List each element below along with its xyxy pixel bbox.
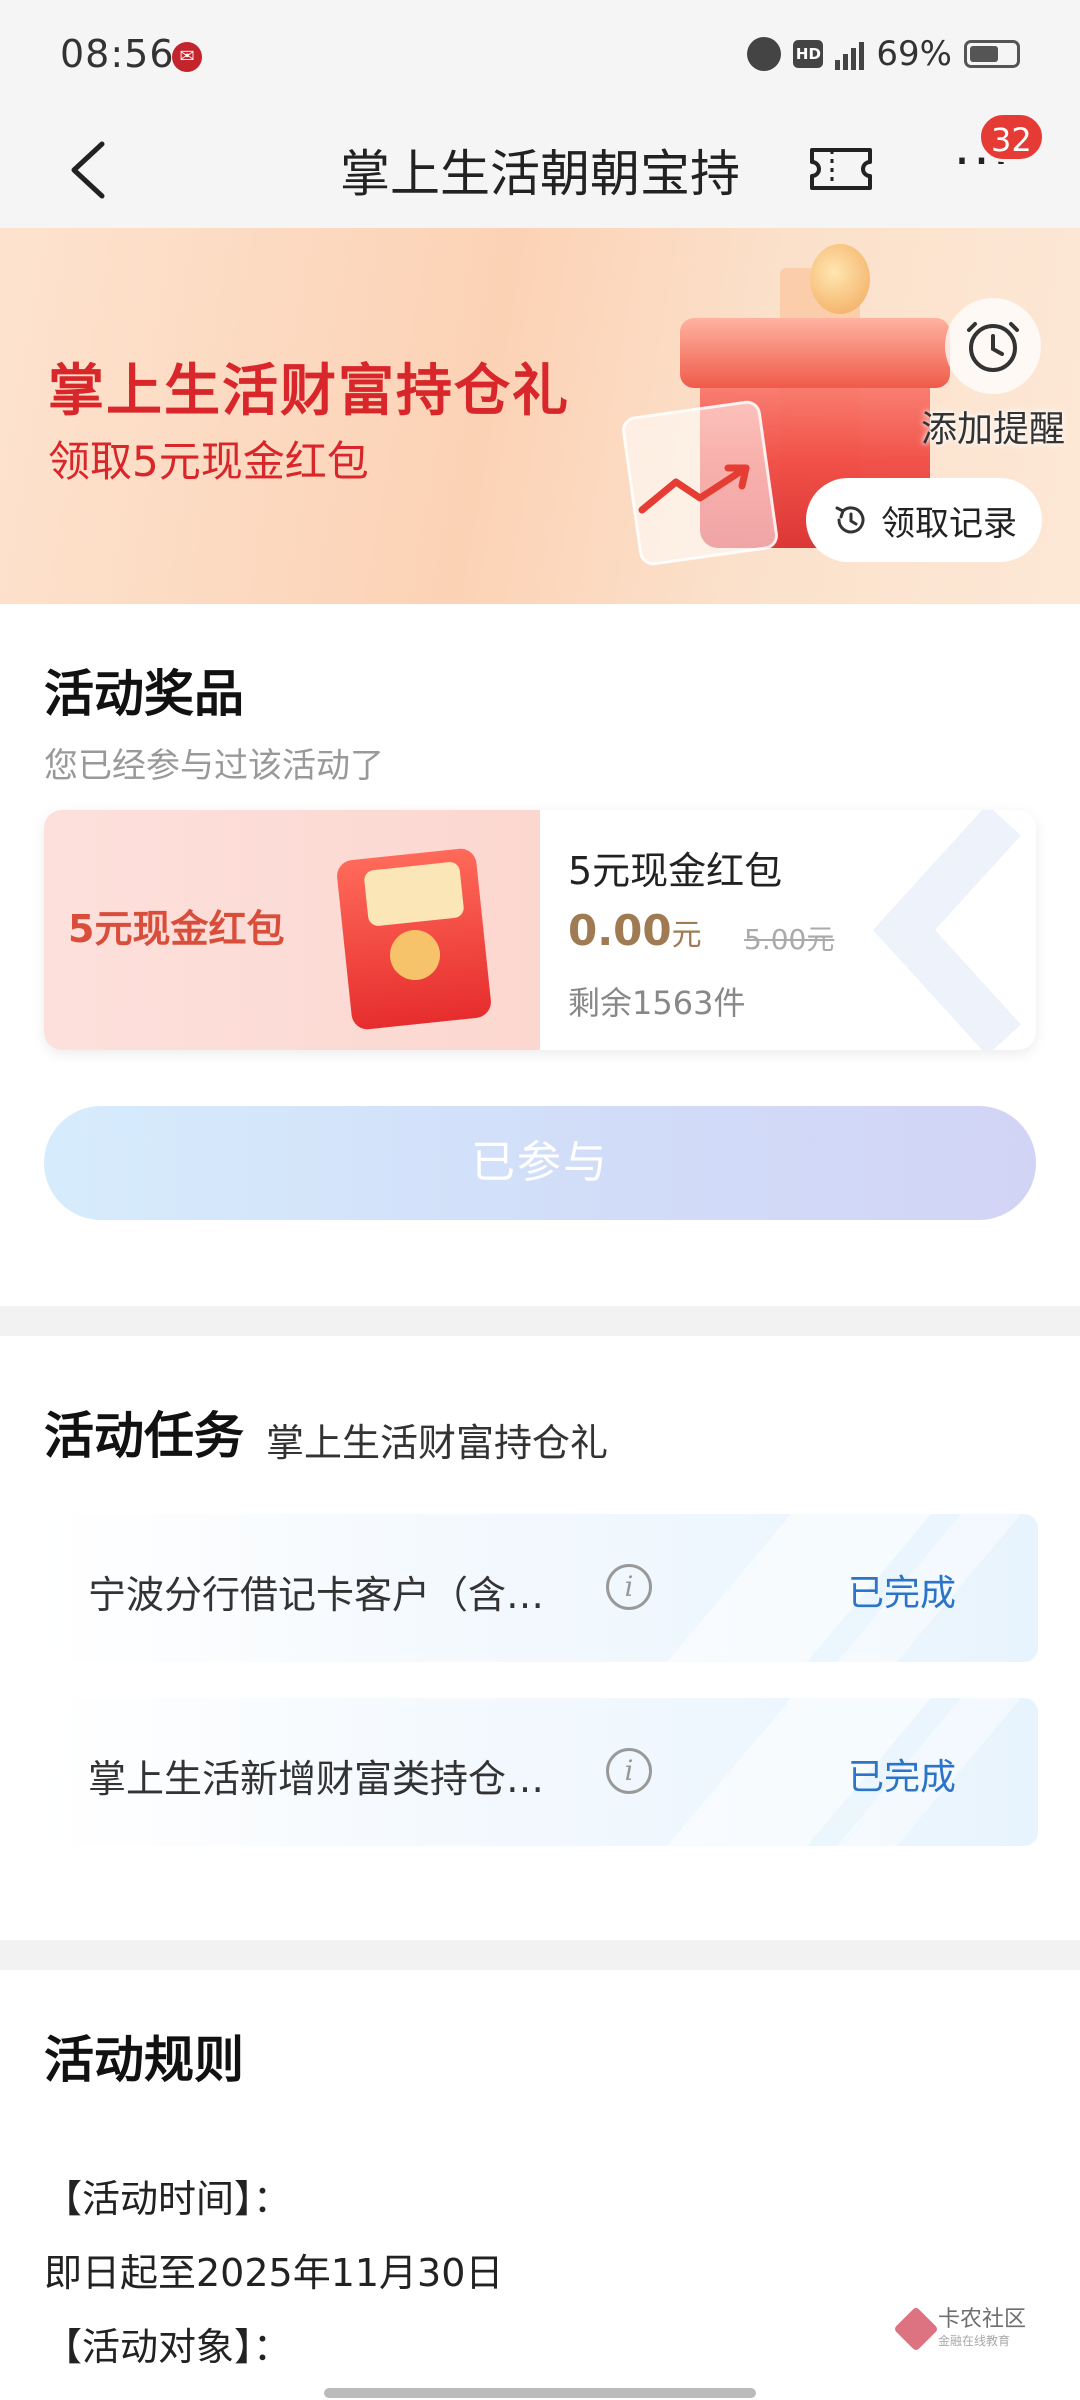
back-arrow-icon[interactable] — [60, 132, 130, 208]
status-bar: 08:56 ✉ HD 69% — [0, 0, 1080, 112]
alarm-clock-icon — [945, 298, 1041, 394]
task-section: 活动任务 掌上生活财富持仓礼 宁波分行借记卡客户（含… i 已完成 掌上生活新增… — [0, 1336, 1080, 1940]
status-time: 08:56 — [60, 32, 175, 76]
banner-title: 掌上生活财富持仓礼 — [48, 359, 570, 424]
rule-line: 【活动对象】： — [44, 2325, 292, 2369]
notification-badge: 32 — [978, 112, 1045, 162]
coupon-icon[interactable] — [808, 136, 874, 202]
prize-section-title: 活动奖品 — [44, 665, 244, 723]
nav-bar: 掌上生活朝朝宝持 ··· 32 — [0, 112, 1080, 228]
participated-button[interactable]: 已参与 — [44, 1106, 1036, 1220]
alarm-icon — [747, 37, 782, 71]
info-icon[interactable]: i — [606, 1748, 652, 1794]
prize-price: 0.00元 — [568, 906, 702, 955]
home-indicator[interactable] — [324, 2388, 756, 2398]
price-unit: 元 — [671, 918, 702, 953]
watermark-text-block: 卡农社区 金融在线教育 — [938, 2308, 1026, 2349]
task-row[interactable]: 宁波分行借记卡客户（含… i 已完成 — [44, 1514, 1038, 1662]
price-value: 0.00 — [568, 906, 672, 955]
rule-line: 即日起至2025年11月30日 — [44, 2251, 504, 2295]
prize-card-label: 5元现金红包 — [68, 907, 285, 951]
coin-icon — [810, 244, 870, 314]
task-status: 已完成 — [848, 1573, 957, 1614]
info-icon[interactable]: i — [606, 1564, 652, 1610]
signal-icon — [835, 38, 865, 70]
history-icon — [835, 506, 865, 534]
prize-image-area: 5元现金红包 — [44, 810, 540, 1050]
watermark: 卡农社区 金融在线教育 — [893, 2305, 1026, 2352]
task-section-subtitle: 掌上生活财富持仓礼 — [266, 1421, 609, 1465]
watermark-subtext: 金融在线教育 — [938, 2334, 1011, 2348]
bank-app-icon: ✉ — [172, 42, 202, 72]
add-reminder-button[interactable]: 添加提醒 — [906, 298, 1080, 468]
task-section-title: 活动任务 — [44, 1407, 244, 1465]
hd-icon: HD — [793, 40, 824, 68]
prize-card[interactable]: 5元现金红包 5元现金红包 0.00元 5.00元 剩余1563件 — [44, 810, 1036, 1050]
watermark-logo-icon — [893, 2305, 939, 2352]
chevron-decoration-icon — [872, 810, 1022, 1050]
stock-remaining: 剩余1563件 — [568, 984, 746, 1022]
growth-arrow-icon — [638, 464, 750, 514]
participation-hint: 您已经参与过该活动了 — [44, 746, 384, 786]
envelope-flap — [363, 861, 465, 927]
rule-line: 【活动时间】： — [44, 2177, 292, 2221]
battery-percent: 69% — [876, 34, 952, 74]
banner-subtitle: 领取5元现金红包 — [48, 437, 369, 486]
page-title: 掌上生活朝朝宝持 — [340, 145, 740, 203]
status-icons: HD 69% — [747, 34, 1020, 74]
task-status: 已完成 — [848, 1757, 957, 1798]
claim-record-label: 领取记录 — [881, 503, 1017, 544]
add-reminder-label: 添加提醒 — [920, 409, 1065, 450]
task-label: 宁波分行借记卡客户（含… — [88, 1573, 545, 1617]
gold-coin-icon — [390, 930, 440, 980]
task-label: 掌上生活新增财富类持仓… — [88, 1757, 545, 1801]
claim-record-button[interactable]: 领取记录 — [806, 478, 1042, 562]
original-price: 5.00元 — [744, 923, 835, 956]
rules-section-title: 活动规则 — [44, 2031, 244, 2089]
battery-icon — [964, 40, 1020, 68]
prize-name: 5元现金红包 — [568, 849, 783, 893]
task-row[interactable]: 掌上生活新增财富类持仓… i 已完成 — [44, 1698, 1038, 1846]
watermark-text: 卡农社区 — [938, 2307, 1027, 2332]
prize-section: 活动奖品 您已经参与过该活动了 5元现金红包 5元现金红包 0.00元 5.00… — [0, 604, 1080, 1306]
